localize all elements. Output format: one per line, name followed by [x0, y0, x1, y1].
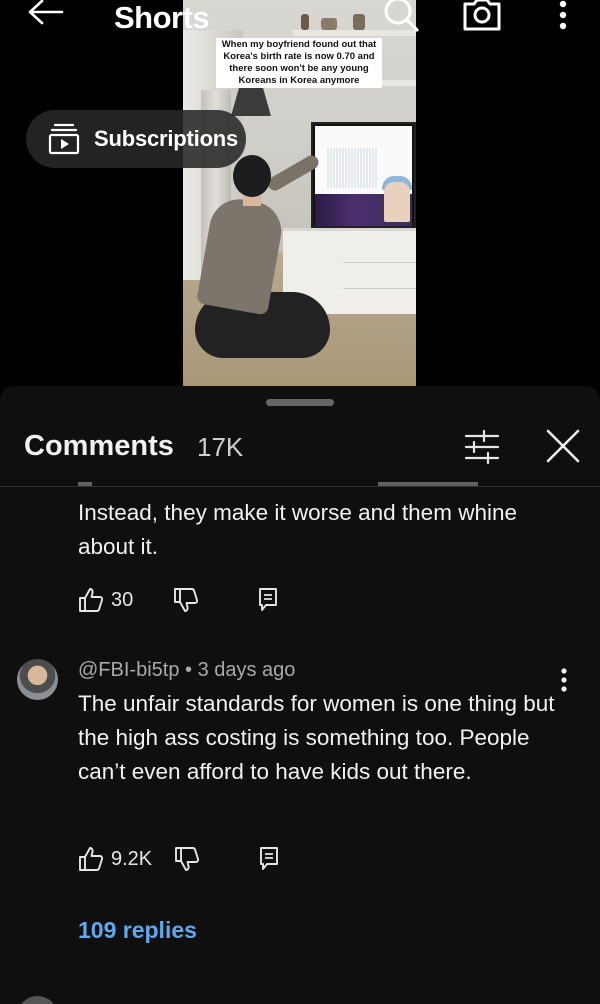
- header-divider: [0, 486, 600, 487]
- like-count: 9.2K: [111, 847, 153, 870]
- television: [311, 122, 416, 228]
- comments-count: 17K: [197, 432, 244, 462]
- comment-actions: 30: [78, 586, 279, 614]
- thumbs-down-icon: [174, 588, 199, 612]
- thumbs-up-icon: [79, 588, 104, 612]
- back-button[interactable]: [26, 0, 66, 28]
- top-bar: Shorts: [0, 0, 600, 40]
- reply-button[interactable]: [257, 587, 279, 613]
- comment-author[interactable]: @FBI-bi5tp: [78, 659, 179, 681]
- reply-icon: [259, 588, 278, 611]
- dislike-button[interactable]: [174, 846, 200, 872]
- comment-text: The unfair standards for women is one th…: [78, 691, 555, 784]
- avatar[interactable]: [17, 659, 58, 700]
- search-button[interactable]: [381, 0, 421, 34]
- subscriptions-chip[interactable]: Subscriptions: [26, 110, 246, 168]
- view-replies-link[interactable]: 109 replies: [78, 917, 197, 944]
- video-player[interactable]: When my boyfriend found out that Korea's…: [0, 0, 600, 386]
- more-options-button[interactable]: [552, 0, 574, 34]
- video-caption: When my boyfriend found out that Korea's…: [216, 38, 382, 88]
- person-head: [233, 155, 271, 197]
- avatar[interactable]: [17, 996, 58, 1004]
- cabinet-drawer-line: [343, 262, 416, 263]
- more-vertical-icon: [559, 0, 567, 30]
- close-icon: [546, 429, 580, 463]
- page-title: Shorts: [114, 0, 210, 35]
- thumbs-down-icon: [175, 847, 200, 871]
- like-button[interactable]: 9.2K: [78, 846, 152, 872]
- comment-time: 3 days ago: [197, 659, 296, 681]
- cabinet-drawer-line: [343, 288, 416, 289]
- reply-icon: [260, 847, 279, 870]
- like-button[interactable]: 30: [78, 587, 133, 613]
- comment-meta: @FBI-bi5tp • 3 days ago: [78, 659, 295, 682]
- camera-icon: [463, 0, 501, 31]
- dislike-button[interactable]: [173, 587, 199, 613]
- subscriptions-label: Subscriptions: [94, 126, 239, 151]
- back-arrow-icon: [28, 0, 64, 25]
- filter-icon: [464, 429, 500, 465]
- camera-button[interactable]: [461, 0, 503, 34]
- thumbs-up-icon: [79, 847, 104, 871]
- sort-filter-button[interactable]: [460, 428, 504, 466]
- comments-title: Comments: [24, 430, 174, 462]
- search-icon: [384, 0, 419, 32]
- comment-text: Instead, they make it worse and them whi…: [78, 500, 517, 559]
- like-count: 30: [111, 588, 134, 611]
- subscriptions-icon: [48, 123, 80, 155]
- meta-separator: •: [185, 659, 198, 681]
- comment-actions: 9.2K: [78, 845, 280, 873]
- close-comments-button[interactable]: [542, 428, 584, 466]
- comments-panel: Comments 17K Instead, they make it worse…: [0, 386, 600, 1004]
- reply-button[interactable]: [258, 846, 280, 872]
- video-thumbnail[interactable]: When my boyfriend found out that Korea's…: [183, 0, 416, 386]
- drag-handle[interactable]: [266, 399, 334, 406]
